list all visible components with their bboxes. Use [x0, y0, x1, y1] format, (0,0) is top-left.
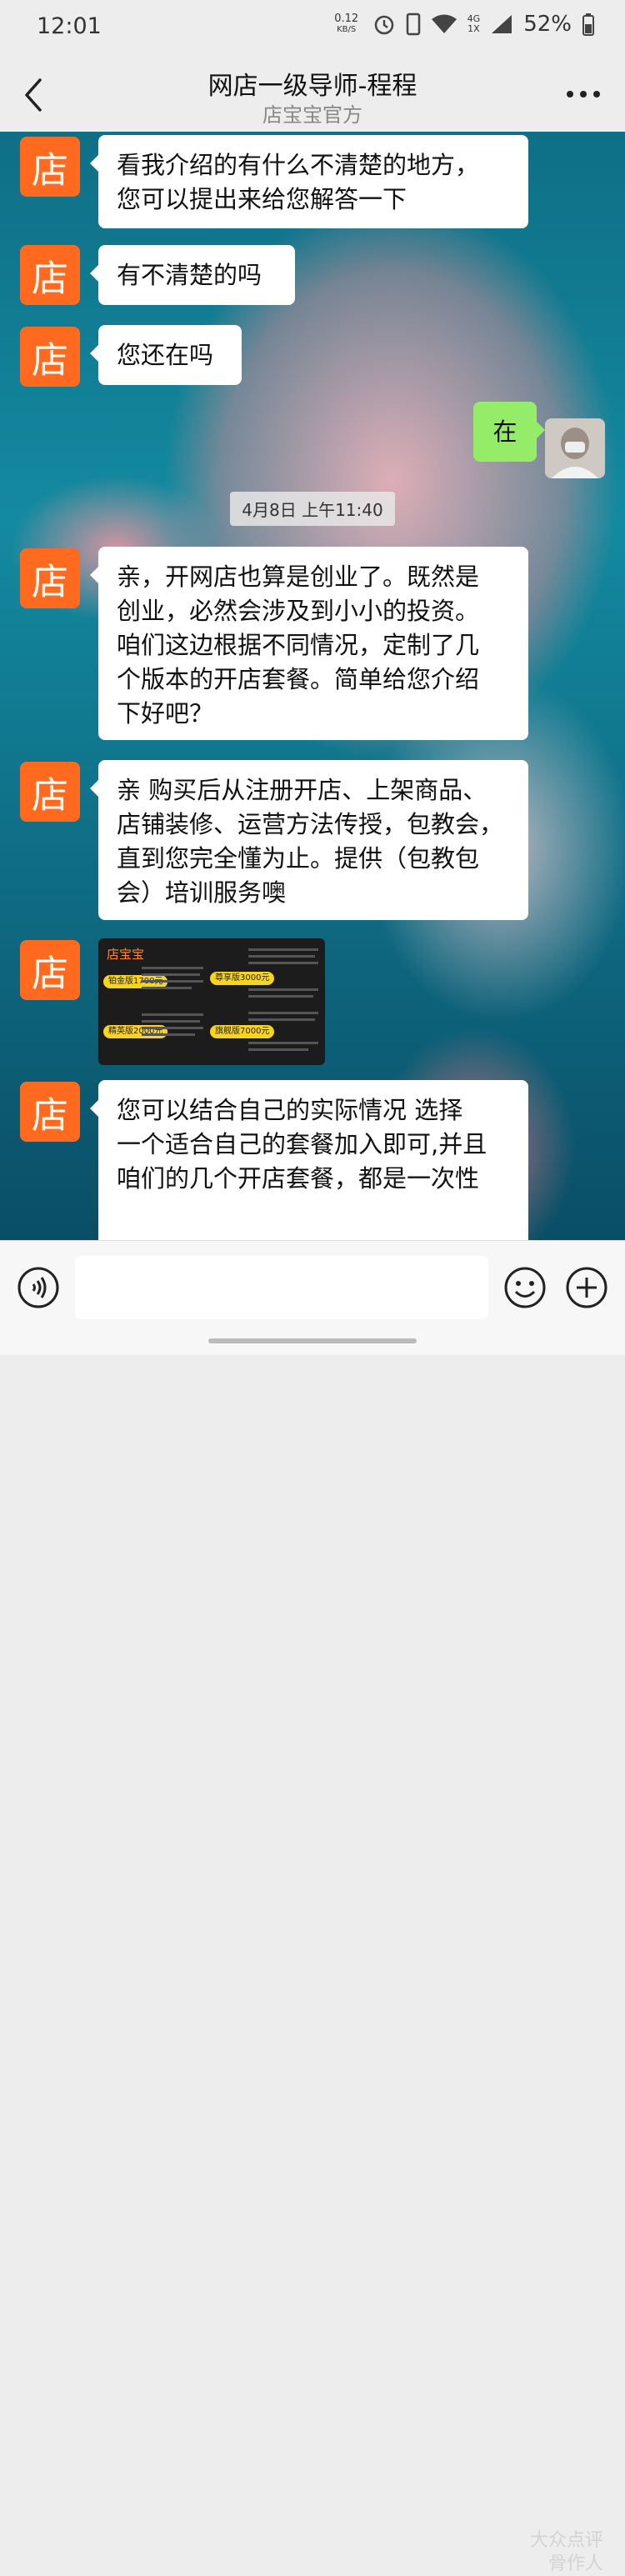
user-photo-icon [545, 418, 605, 478]
message-text: 亲 购买后从注册开店、上架商品、 [117, 776, 488, 804]
card-text-line [142, 980, 203, 983]
card-text-line [142, 1020, 200, 1023]
network-type: 4G 1X [468, 14, 481, 34]
card-text-line [142, 973, 200, 976]
message-text: 咱们这边根据不同情况，定制了几 [117, 631, 480, 659]
shop-avatar-char: 店 [32, 1094, 68, 1137]
message-bubble[interactable]: 亲，开网店也算是创业了。既然是 创业，必然会涉及到小小的投资。 咱们这边根据不同… [90, 547, 528, 740]
chat-area[interactable]: 店 看我介绍的有什么不清楚的地方， 您可以提出来给您解答一下 店 有不清楚的吗 … [0, 132, 625, 1240]
network-sub-label: 1X [468, 23, 480, 34]
package-image-card[interactable]: 店宝宝 铂金版1700元 尊享版3000元 精英版2000元 旗舰版7000元 [98, 938, 325, 1065]
message-text: 您可以提出来给您解答一下 [117, 185, 408, 213]
message-text: 会）培训服务噢 [117, 878, 287, 907]
emoji-icon[interactable] [503, 1266, 547, 1309]
package-pill: 尊享版3000元 [210, 972, 275, 985]
shop-avatar[interactable]: 店 [20, 327, 80, 387]
status-time: 12:01 [37, 13, 102, 39]
shop-avatar[interactable]: 店 [20, 762, 80, 822]
card-text-line [248, 955, 315, 958]
home-indicator[interactable] [208, 1338, 417, 1343]
net-speed-value: 0.12 [334, 13, 359, 25]
card-text-line [142, 1027, 203, 1029]
card-text-line [142, 967, 203, 969]
shop-avatar-char: 店 [32, 953, 68, 995]
shop-avatar-char: 店 [32, 774, 68, 817]
timestamp-text: 4月8日 上午11:40 [230, 492, 395, 526]
message-text: 一个适合自己的套餐加入即可,并且 [117, 1130, 488, 1158]
plus-circle-icon[interactable] [565, 1266, 608, 1309]
message-bubble[interactable]: 您还在吗 [90, 325, 242, 385]
message-bubble[interactable]: 有不清楚的吗 [90, 245, 295, 305]
card-text-line [142, 987, 192, 989]
chat-subtitle: 店宝宝官方 [262, 103, 362, 127]
message-text: 亲，开网店也算是创业了。既然是 [117, 563, 480, 591]
card-text-line [142, 1013, 203, 1016]
user-avatar[interactable] [545, 418, 605, 478]
message-text: 咱们的几个开店套餐，都是一次性 [117, 1164, 480, 1193]
signal-icon [492, 15, 512, 33]
phone-icon [406, 13, 420, 36]
net-speed-unit: KB/S [337, 25, 357, 34]
card-text-line [248, 1048, 308, 1051]
shop-avatar[interactable]: 店 [20, 1082, 80, 1142]
shop-avatar-char: 店 [32, 258, 68, 300]
message-text: 下好吧？ [117, 699, 214, 728]
card-text-line [248, 948, 318, 951]
card-text-line [142, 1033, 195, 1036]
card-text-line [248, 1018, 315, 1021]
more-dots-icon[interactable] [565, 82, 602, 107]
shop-avatar-char: 店 [32, 149, 68, 192]
shop-avatar[interactable]: 店 [20, 548, 80, 608]
message-timestamp: 4月8日 上午11:40 [0, 492, 625, 526]
message-text: 直到您完全懂为止。提供（包教包 [117, 844, 480, 873]
card-text-line [248, 1012, 318, 1014]
package-pill: 旗舰版7000元 [210, 1025, 275, 1038]
shop-avatar[interactable]: 店 [20, 137, 80, 197]
voice-icon[interactable] [17, 1266, 60, 1309]
shop-avatar[interactable]: 店 [20, 940, 80, 1000]
alarm-icon [374, 15, 393, 35]
card-text-line [248, 1042, 318, 1044]
message-text: 您可以结合自己的实际情况 选择 [117, 1096, 463, 1124]
message-bubble[interactable]: 亲 购买后从注册开店、上架商品、 店铺装修、运营方法传授，包教会， 直到您完全懂… [90, 760, 528, 920]
message-text: 您还在吗 [117, 341, 214, 369]
chat-header: 网店一级导师-程程 店宝宝官方 [0, 57, 625, 133]
message-text: 看我介绍的有什么不清楚的地方， [117, 151, 480, 179]
message-input[interactable] [75, 1256, 488, 1319]
card-text-line [248, 962, 318, 964]
wifi-icon [431, 14, 457, 33]
status-icons: 0.12 KB/S 4G 1X 52% [331, 12, 595, 37]
message-text: 个版本的开店套餐。简单给您介绍 [117, 665, 480, 693]
shop-avatar[interactable]: 店 [20, 245, 80, 305]
status-bar: 12:01 0.12 KB/S 4G 1X 52% [0, 0, 625, 57]
message-bubble[interactable]: 看我介绍的有什么不清楚的地方， 您可以提出来给您解答一下 [90, 135, 528, 228]
message-text: 有不清楚的吗 [117, 261, 262, 289]
message-text: 创业，必然会涉及到小小的投资。 [117, 597, 480, 625]
watermark-line: 骨作人 [548, 2553, 603, 2574]
watermark: 大众点评 骨作人 [530, 2529, 603, 2576]
chat-title: 网店一级导师-程程 [208, 72, 418, 101]
battery-percent: 52% [523, 12, 572, 37]
shop-avatar-char: 店 [32, 561, 68, 603]
card-brand: 店宝宝 [107, 947, 145, 962]
card-text-line [248, 988, 318, 991]
watermark-line: 大众点评 [529, 2530, 603, 2551]
net-speed: 0.12 KB/S [331, 13, 362, 35]
message-text: 在 [492, 418, 518, 446]
my-message-bubble[interactable]: 在 [473, 402, 545, 462]
card-text-line [248, 995, 313, 998]
shop-avatar-char: 店 [32, 339, 68, 382]
message-text: 店铺装修、运营方法传授，包教会， [117, 810, 504, 838]
message-bubble[interactable]: 您可以结合自己的实际情况 选择 一个适合自己的套餐加入即可,并且 咱们的几个开店… [90, 1080, 528, 1240]
battery-icon [582, 13, 594, 36]
